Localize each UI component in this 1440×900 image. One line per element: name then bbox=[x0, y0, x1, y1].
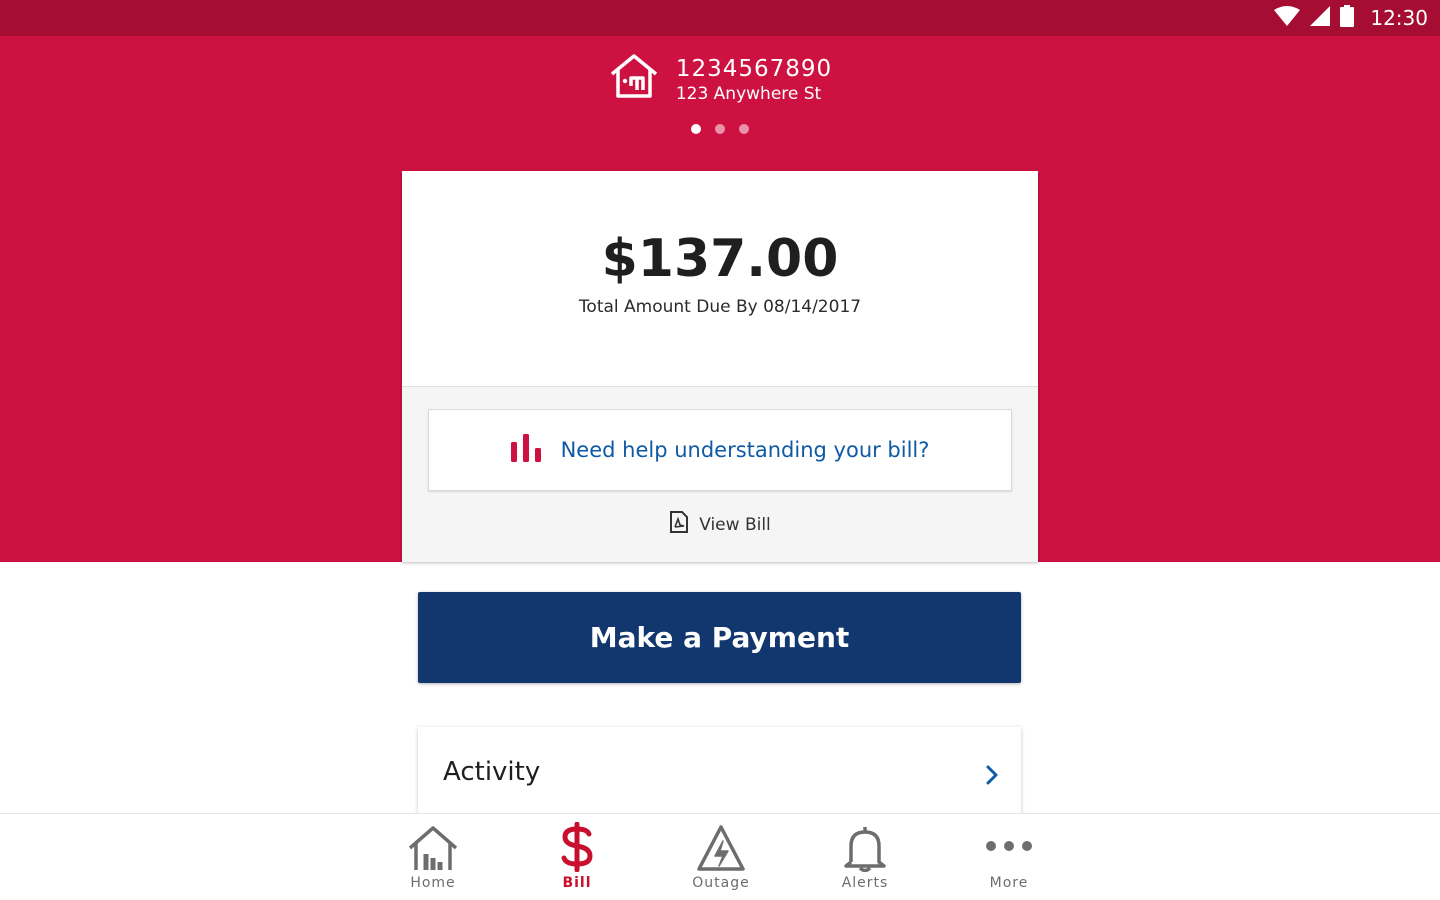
view-bill-link[interactable]: View Bill bbox=[402, 511, 1038, 538]
nav-label-more: More bbox=[989, 875, 1029, 891]
status-bar: 12:30 bbox=[0, 0, 1440, 36]
pager-dot[interactable] bbox=[715, 124, 725, 134]
activity-row[interactable]: Activity bbox=[418, 727, 1021, 827]
nav-outage[interactable]: Outage bbox=[661, 814, 781, 900]
signal-icon bbox=[1310, 5, 1331, 31]
bill-card: $137.00 Total Amount Due By 08/14/2017 N… bbox=[402, 171, 1038, 562]
due-date-text: Total Amount Due By 08/14/2017 bbox=[578, 297, 862, 317]
pager-dot-active[interactable] bbox=[691, 124, 701, 134]
view-bill-label: View Bill bbox=[699, 514, 771, 535]
status-time: 12:30 bbox=[1370, 6, 1428, 30]
bottom-nav: Home Bill Outage Alerts More bbox=[0, 813, 1440, 900]
account-address: 123 Anywhere St bbox=[675, 83, 822, 104]
nav-bill[interactable]: Bill bbox=[517, 814, 637, 900]
status-icons: 12:30 bbox=[1274, 0, 1428, 36]
home-icon bbox=[407, 814, 459, 874]
account-number: 1234567890 bbox=[675, 55, 833, 82]
bar-chart-icon bbox=[510, 433, 543, 467]
nav-home[interactable]: Home bbox=[373, 814, 493, 900]
bill-summary: $137.00 Total Amount Due By 08/14/2017 bbox=[402, 171, 1038, 387]
nav-alerts[interactable]: Alerts bbox=[805, 814, 925, 900]
nav-label-outage: Outage bbox=[692, 875, 750, 891]
bill-actions: Need help understanding your bill? View … bbox=[402, 387, 1038, 562]
nav-label-alerts: Alerts bbox=[841, 875, 889, 891]
make-payment-button[interactable]: Make a Payment bbox=[418, 592, 1021, 683]
nav-more[interactable]: More bbox=[949, 814, 1069, 900]
outage-warning-icon bbox=[696, 814, 746, 874]
pager-dot[interactable] bbox=[739, 124, 749, 134]
activity-label: Activity bbox=[443, 757, 541, 787]
account-pager[interactable] bbox=[0, 124, 1440, 134]
bill-help-link[interactable]: Need help understanding your bill? bbox=[428, 409, 1012, 491]
bill-help-label: Need help understanding your bill? bbox=[560, 438, 930, 462]
dollar-icon bbox=[560, 814, 594, 874]
battery-icon bbox=[1340, 4, 1355, 32]
bell-icon bbox=[843, 814, 887, 874]
account-header[interactable]: 1234567890 123 Anywhere St bbox=[0, 52, 1440, 105]
house-icon bbox=[608, 52, 660, 105]
more-dots-icon bbox=[985, 814, 1033, 874]
wifi-icon bbox=[1274, 5, 1301, 31]
chevron-right-icon bbox=[985, 765, 999, 790]
amount-due: $137.00 bbox=[601, 229, 839, 289]
nav-label-bill: Bill bbox=[562, 875, 592, 891]
nav-label-home: Home bbox=[410, 875, 456, 891]
pdf-icon bbox=[669, 511, 689, 538]
